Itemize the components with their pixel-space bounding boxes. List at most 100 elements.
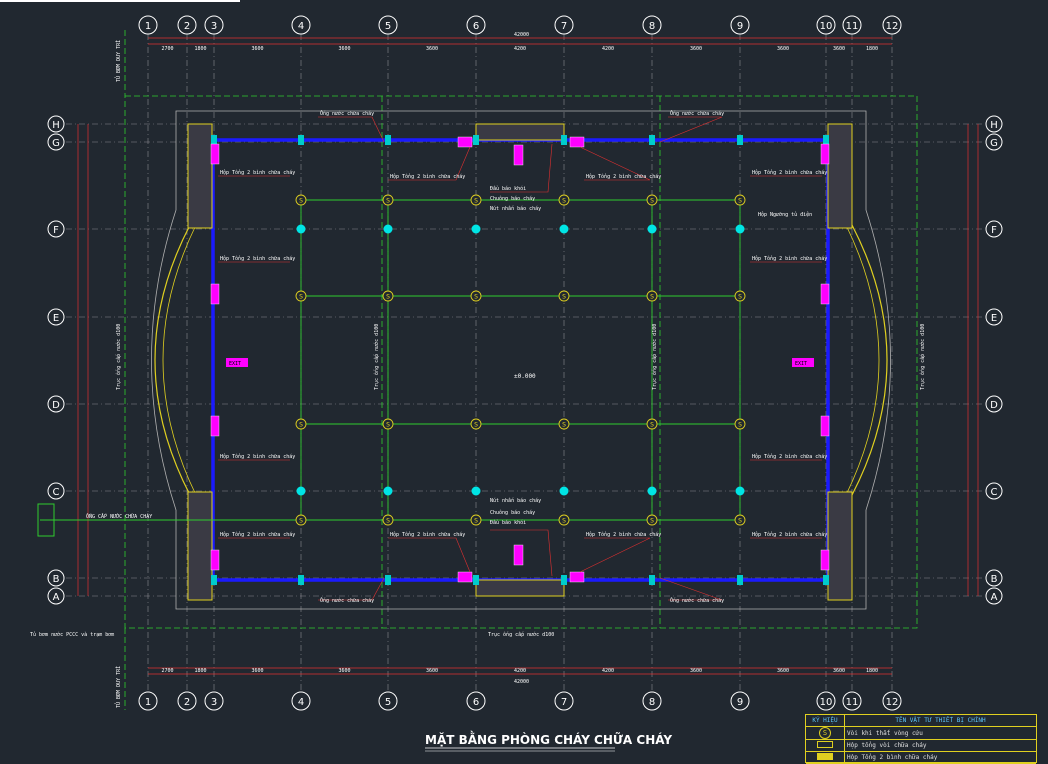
label-smoke-top: Đầu báo khói — [490, 185, 526, 192]
grid-bubble-label: H — [990, 120, 998, 131]
grid-bubble-label: D — [990, 400, 998, 411]
column-square — [561, 135, 567, 145]
label-box-9: Hộp Tổng 2 bình chữa cháy — [390, 173, 465, 180]
label-smoke-bottom: Đầu báo khói — [490, 519, 526, 526]
sprinkler-label: S — [386, 422, 390, 429]
sprinkler-label: S — [738, 294, 742, 301]
label-box-6: Hộp Tổng 2 bình chữa cháy — [752, 255, 827, 262]
grid-bubbles-right: HG F E D C BA — [985, 115, 1003, 605]
grid-bubble-label: 11 — [846, 21, 859, 32]
exit-signs — [226, 358, 814, 367]
dimension-value: 3600 — [690, 46, 702, 52]
dimension-value: 3600 — [251, 668, 263, 674]
column-square — [211, 575, 217, 585]
sprinkler-symbols: S S S S S S S S S S S S S S S S S S S S S S S S — [295, 194, 746, 526]
column-dot — [735, 486, 745, 496]
column-dot — [383, 224, 393, 234]
grid-bubble-label: 9 — [737, 21, 743, 32]
column-square — [649, 575, 655, 585]
grid-bubble-label: 8 — [649, 697, 655, 708]
pipe-network — [40, 199, 741, 521]
dimension-value: 4200 — [514, 668, 526, 674]
sprinkler-label: S — [299, 198, 303, 205]
label-bell-top: Chuông báo cháy — [490, 195, 535, 202]
cad-drawing: S S S S S S S S S S S S S S S S S S S S S S S S — [0, 0, 1003, 752]
label-sprinkler-1: Ống nước chữa cháy — [320, 110, 374, 117]
legend-row-3: Hộp Tổng 2 bình chữa cháy — [844, 751, 1036, 764]
facade-right-curve — [851, 224, 888, 496]
column-dot — [471, 224, 481, 234]
side-note-left: TỦ BƠM DUY TRÌ — [114, 40, 122, 82]
grid-bubble-label: 7 — [561, 21, 567, 32]
grid-bubble-label: 6 — [473, 697, 479, 708]
label-box-8: Hộp Tổng 2 bình chữa cháy — [752, 531, 827, 538]
dimension-value: 3600 — [338, 46, 350, 52]
dimension-value: 3600 — [833, 46, 845, 52]
column-dot — [647, 224, 657, 234]
legend-col-name: TÊN VẬT TƯ THIẾT BỊ CHÍNH — [844, 715, 1036, 727]
side-note-left-bottom: TỦ BƠM DUY TRÌ — [114, 666, 122, 708]
grid-bubble-label: H — [52, 120, 60, 131]
column-square — [561, 575, 567, 585]
top-dimensions: 2700 1800 3600 3600 3600 4200 4200 3600 3600 3600… — [161, 46, 878, 52]
label-bell-bottom: Chuông báo cháy — [490, 509, 535, 516]
label-box-5: Hộp Tổng 2 bình chữa cháy — [752, 169, 827, 176]
grid-bubble-label: C — [991, 487, 998, 498]
dimension-value: 3600 — [251, 46, 263, 52]
grid-bubble-label: D — [52, 400, 60, 411]
grid-bubble-label: F — [53, 225, 59, 236]
dimension-value: 3600 — [777, 46, 789, 52]
sprinkler-label: S — [474, 422, 478, 429]
dimension-value: 1800 — [194, 46, 206, 52]
sprinkler-label: S — [299, 294, 303, 301]
dimension-value: 3600 — [426, 46, 438, 52]
grid-bubble-label: 2 — [184, 697, 190, 708]
label-alarm-top: Nút nhấn báo cháy — [490, 205, 541, 212]
label-box-4: Hộp Tổng 2 bình chữa cháy — [220, 531, 295, 538]
sprinkler-label: S — [562, 422, 566, 429]
grid-bubble-label: 4 — [298, 697, 304, 708]
dimension-value: 2700 — [161, 46, 173, 52]
grid-bubble-label: B — [991, 574, 998, 585]
grid-bubble-label: 7 — [561, 697, 567, 708]
sprinkler-label: S — [386, 198, 390, 205]
sprinkler-label: S — [386, 294, 390, 301]
label-exit-left: EXIT — [229, 361, 241, 367]
dimension-value: 3600 — [426, 668, 438, 674]
column-square — [385, 575, 391, 585]
sprinkler-label: S — [299, 518, 303, 525]
label-box-1: Hộp Tổng 2 bình chữa cháy — [220, 169, 295, 176]
sprinkler-label: S — [474, 518, 478, 525]
label-alarm-bottom: Nút nhấn báo cháy — [490, 497, 541, 504]
sprinkler-label: S — [562, 518, 566, 525]
legend-row-1: Vòi khi thắt vòng cứu — [844, 726, 1036, 740]
column-square — [823, 135, 829, 145]
sprinkler-label: S — [386, 518, 390, 525]
dimension-value: 4200 — [602, 668, 614, 674]
label-sprinkler-3: Ống nước chữa cháy — [320, 597, 374, 604]
legend-row-2: Hộp tổng vòi chữa cháy — [844, 739, 1036, 752]
drawing-title: MẶT BẰNG PHÒNG CHÁY CHỮA CHÁY — [425, 731, 672, 747]
grid-bubbles-bottom: 1 2 3 4 5 6 7 8 9 10 11 12 — [138, 691, 902, 711]
label-box-3: Hộp Tổng 2 bình chữa cháy — [220, 453, 295, 460]
column-dot — [559, 224, 569, 234]
label-box-2: Hộp Tổng 2 bình chữa cháy — [220, 255, 295, 262]
sprinkler-label: S — [738, 198, 742, 205]
sprinkler-label: S — [650, 294, 654, 301]
sprinkler-label: S — [650, 422, 654, 429]
riser-note-left: Trục ống cấp nước d100 — [115, 324, 122, 390]
label-panel: Hộp Ngưỡng tủ điện — [758, 211, 812, 218]
column-square — [737, 575, 743, 585]
level-mark: ±0.000 — [514, 373, 536, 380]
label-sprinkler-2: Ống nước chữa cháy — [670, 110, 724, 117]
facade-right-curve2 — [845, 224, 880, 496]
label-riser-bottom: Trục ống cấp nước d100 — [488, 631, 554, 638]
grid-bubble-label: 5 — [385, 21, 391, 32]
riser-note-right: Trục ống cấp nước d100 — [919, 324, 926, 390]
label-exit-right: EXIT — [795, 361, 807, 367]
dimension-value: 3600 — [338, 668, 350, 674]
grid-bubble-label: 3 — [211, 697, 217, 708]
bottom-dimensions: 2700 1800 3600 3600 3600 4200 4200 3600 3600 3600… — [161, 668, 878, 674]
dimension-value: 1800 — [866, 668, 878, 674]
column-dot — [296, 224, 306, 234]
